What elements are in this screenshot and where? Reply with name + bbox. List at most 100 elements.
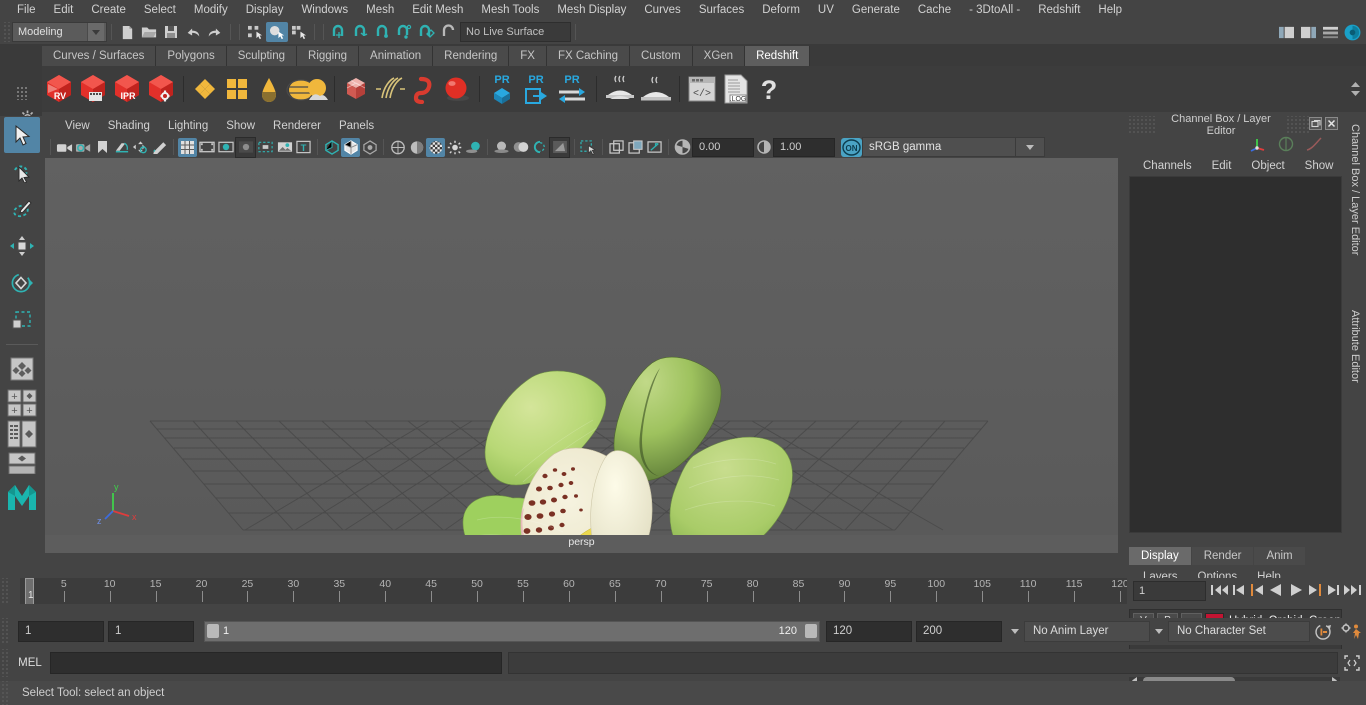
exposure-value-field[interactable]: 0.00 <box>692 137 754 157</box>
motion-blur-icon[interactable] <box>511 138 530 157</box>
color-management-icon[interactable] <box>673 138 692 157</box>
undock-icon[interactable] <box>1309 117 1322 133</box>
menu-item-modify[interactable]: Modify <box>185 0 237 20</box>
shelf-tab-xgen[interactable]: XGen <box>692 46 746 66</box>
show-hide-tool-settings-icon[interactable] <box>1319 22 1341 42</box>
channel-box-menu-object[interactable]: Object <box>1241 160 1294 172</box>
menu-item-mesh-tools[interactable]: Mesh Tools <box>472 0 548 20</box>
shelf-tab-curves-surfaces[interactable]: Curves / Surfaces <box>42 46 157 66</box>
menu-item-create[interactable]: Create <box>82 0 135 20</box>
shelf-tab-polygons[interactable]: Polygons <box>156 46 227 66</box>
time-slider-grip[interactable] <box>0 578 10 604</box>
current-time-indicator[interactable]: 1 <box>25 578 34 604</box>
wireframe-shading-icon[interactable] <box>388 138 407 157</box>
text-overlay-icon[interactable]: T <box>294 138 313 157</box>
show-hide-attribute-editor-icon[interactable] <box>1297 22 1319 42</box>
statusline-grip[interactable] <box>2 22 12 42</box>
color-management-toggle[interactable]: ON <box>841 137 862 157</box>
shelf-button-redshift-bake-one[interactable] <box>602 71 638 107</box>
range-end-handle[interactable] <box>805 624 817 638</box>
depth-of-field-icon[interactable] <box>530 138 549 157</box>
go-to-start-button[interactable] <box>1210 582 1229 601</box>
step-back-frame-button[interactable] <box>1249 582 1265 601</box>
grease-pencil-icon[interactable] <box>150 138 169 157</box>
shelf-button-redshift-script-editor[interactable]: </> <box>685 71 719 107</box>
animation-preferences-button[interactable] <box>1336 623 1366 641</box>
film-gate-icon[interactable] <box>197 138 216 157</box>
select-object-icon[interactable] <box>266 22 288 42</box>
undo-icon[interactable] <box>182 22 204 42</box>
show-grid-icon[interactable] <box>178 137 197 157</box>
snap-to-grid-icon[interactable] <box>328 22 350 42</box>
channel-slider-icon[interactable] <box>1277 136 1295 155</box>
color-profile-chevron-icon[interactable] <box>1016 137 1045 157</box>
shelf-button-redshift-sphere[interactable] <box>440 71 474 107</box>
status-bar-grip[interactable] <box>0 681 10 705</box>
menu-item-cache[interactable]: Cache <box>909 0 960 20</box>
layout-four-view[interactable]: + + + <box>4 388 40 418</box>
shadows-icon[interactable] <box>464 138 483 157</box>
save-scene-icon[interactable] <box>160 22 182 42</box>
use-default-lighting-icon[interactable] <box>445 138 464 157</box>
channel-box-attribute-area[interactable] <box>1129 176 1342 533</box>
anti-aliasing-icon[interactable] <box>549 136 570 158</box>
menu-item-windows[interactable]: Windows <box>292 0 357 20</box>
perspective-viewport[interactable]: y x z <box>45 158 1118 535</box>
step-forward-frame-button[interactable] <box>1307 582 1323 601</box>
shelf-button-redshift-help[interactable]: ? <box>753 71 785 107</box>
xray-shading-icon[interactable] <box>341 137 360 157</box>
shelf-button-redshift-curve[interactable] <box>408 71 440 107</box>
select-component-icon[interactable] <box>288 22 310 42</box>
resolution-gate-icon[interactable] <box>216 138 235 157</box>
layer-tab-display[interactable]: Display <box>1129 547 1191 565</box>
select-camera-icon[interactable] <box>55 138 74 157</box>
script-language-label[interactable]: MEL <box>10 657 50 669</box>
range-start-handle[interactable] <box>207 624 219 638</box>
shelf-tab-fx[interactable]: FX <box>509 46 547 66</box>
menu-item-edit[interactable]: Edit <box>45 0 83 20</box>
shelf-tab-custom[interactable]: Custom <box>630 46 693 66</box>
shelf-scroll-arrows[interactable] <box>1349 80 1366 98</box>
select-hierarchy-icon[interactable] <box>244 22 266 42</box>
step-forward-key-button[interactable] <box>1325 582 1341 601</box>
layer-tab-render[interactable]: Render <box>1191 547 1254 565</box>
shelf-button-redshift-material[interactable] <box>189 71 221 107</box>
shelf-button-redshift-proxy[interactable] <box>340 71 372 107</box>
shelf-button-redshift-ipr[interactable]: IPR <box>110 70 144 108</box>
show-hide-channel-box-icon[interactable] <box>1341 22 1363 42</box>
viewport-menu-renderer[interactable]: Renderer <box>264 116 330 136</box>
current-frame-field[interactable]: 1 <box>1133 581 1206 601</box>
layer-tab-anim[interactable]: Anim <box>1254 547 1305 565</box>
shelf-tab-animation[interactable]: Animation <box>359 46 434 66</box>
close-icon[interactable] <box>1325 117 1338 133</box>
shelf-button-redshift-pr-export[interactable]: PR <box>519 70 553 108</box>
ambient-occlusion-icon[interactable] <box>492 138 511 157</box>
shelf-button-redshift-environment[interactable] <box>285 71 329 107</box>
go-to-end-button[interactable] <box>1343 582 1362 601</box>
panel-copy-icon[interactable] <box>607 138 626 157</box>
gamma-icon[interactable] <box>754 138 773 157</box>
viewport-select-icon[interactable] <box>579 138 598 157</box>
graph-curve-icon[interactable] <box>1305 136 1323 155</box>
character-set-chevron-icon[interactable] <box>1150 622 1168 641</box>
viewport-menu-shading[interactable]: Shading <box>99 116 159 136</box>
tool-scale[interactable] <box>4 302 40 338</box>
snap-to-projected-center-icon[interactable] <box>394 22 416 42</box>
shelf-grip[interactable] <box>16 86 28 100</box>
animation-end-time-field[interactable]: 200 <box>916 621 1002 642</box>
redo-icon[interactable] <box>204 22 226 42</box>
shelf-button-redshift-pr-transfer[interactable]: PR <box>553 70 591 108</box>
menuset-selector[interactable]: Modeling <box>12 22 107 42</box>
panel-tear-off-icon[interactable] <box>626 138 645 157</box>
shelf-button-redshift-light-dome[interactable] <box>253 71 285 107</box>
shelf-button-redshift-hair[interactable] <box>372 71 408 107</box>
menu-item-help[interactable]: Help <box>1089 0 1131 20</box>
dock-tab-channel-box[interactable]: Channel Box / Layer Editor <box>1349 120 1361 294</box>
shelf-button-redshift-log[interactable]: .LOG <box>719 71 753 107</box>
layout-single-perspective[interactable] <box>4 351 40 387</box>
layout-outliner-persp[interactable] <box>4 419 40 449</box>
menu-item-redshift[interactable]: Redshift <box>1029 0 1089 20</box>
menu-item-generate[interactable]: Generate <box>843 0 909 20</box>
smooth-shade-all-icon[interactable] <box>407 138 426 157</box>
channel-box-menu-edit[interactable]: Edit <box>1202 160 1242 172</box>
